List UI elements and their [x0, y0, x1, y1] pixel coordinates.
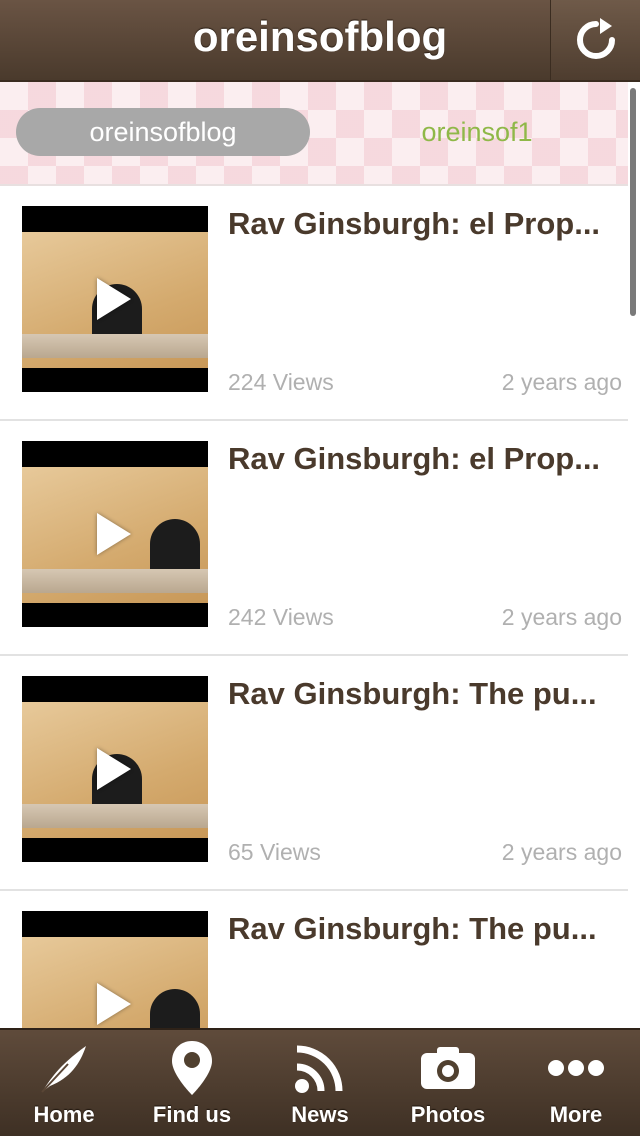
video-list-item[interactable]: Rav Ginsburgh: el Prop... 242 Views 2 ye… — [0, 421, 628, 656]
nav-find-us[interactable]: Find us — [128, 1030, 256, 1136]
video-title: Rav Ginsburgh: el Prop... — [228, 206, 601, 241]
nav-news[interactable]: News — [256, 1030, 384, 1136]
nav-label: News — [291, 1102, 349, 1127]
video-title: Rav Ginsburgh: el Prop... — [228, 441, 601, 476]
nav-more[interactable]: More — [512, 1030, 640, 1136]
more-dots-icon — [544, 1038, 608, 1098]
nav-label: Find us — [152, 1102, 232, 1127]
tab-oreinsof1[interactable]: oreinsof1 — [330, 108, 624, 156]
video-age: 2 years ago — [501, 604, 622, 630]
video-title: Rav Ginsburgh: The pu... — [228, 911, 597, 946]
tab-bar: oreinsofblog oreinsof1 — [0, 82, 628, 186]
video-views: 224 Views — [228, 369, 334, 395]
scrollbar[interactable] — [630, 88, 636, 316]
play-icon — [97, 513, 131, 555]
camera-icon — [416, 1038, 480, 1098]
nav-photos[interactable]: Photos — [384, 1030, 512, 1136]
video-list-item[interactable]: Rav Ginsburgh: The pu... 65 Views 2 year… — [0, 656, 628, 891]
map-pin-icon — [160, 1038, 224, 1098]
video-age: 2 years ago — [501, 839, 622, 865]
play-icon — [97, 278, 131, 320]
tab-oreinsofblog[interactable]: oreinsofblog — [16, 108, 310, 156]
nav-label: Home — [33, 1102, 95, 1127]
play-icon — [97, 748, 131, 790]
video-thumbnail[interactable] — [22, 441, 208, 627]
video-views: 242 Views — [228, 604, 334, 630]
rss-icon — [288, 1038, 352, 1098]
app-header: oreinsofblog — [0, 0, 640, 82]
play-icon — [97, 983, 131, 1025]
video-title: Rav Ginsburgh: The pu... — [228, 676, 597, 711]
page-title: oreinsofblog — [192, 13, 448, 60]
nav-label: More — [549, 1102, 603, 1127]
nav-label: Photos — [410, 1102, 486, 1127]
video-thumbnail[interactable] — [22, 206, 208, 392]
video-age: 2 years ago — [501, 369, 622, 395]
video-views: 65 Views — [228, 839, 321, 865]
video-list-item[interactable]: Rav Ginsburgh: el Prop... 224 Views 2 ye… — [0, 186, 628, 421]
bottom-nav: Home Find us News Photos More — [0, 1028, 640, 1136]
refresh-icon — [576, 18, 615, 59]
video-thumbnail[interactable] — [22, 676, 208, 862]
refresh-button[interactable] — [550, 0, 640, 80]
feather-icon — [32, 1038, 96, 1098]
video-list: Rav Ginsburgh: el Prop... 224 Views 2 ye… — [0, 186, 628, 1126]
nav-home[interactable]: Home — [0, 1030, 128, 1136]
